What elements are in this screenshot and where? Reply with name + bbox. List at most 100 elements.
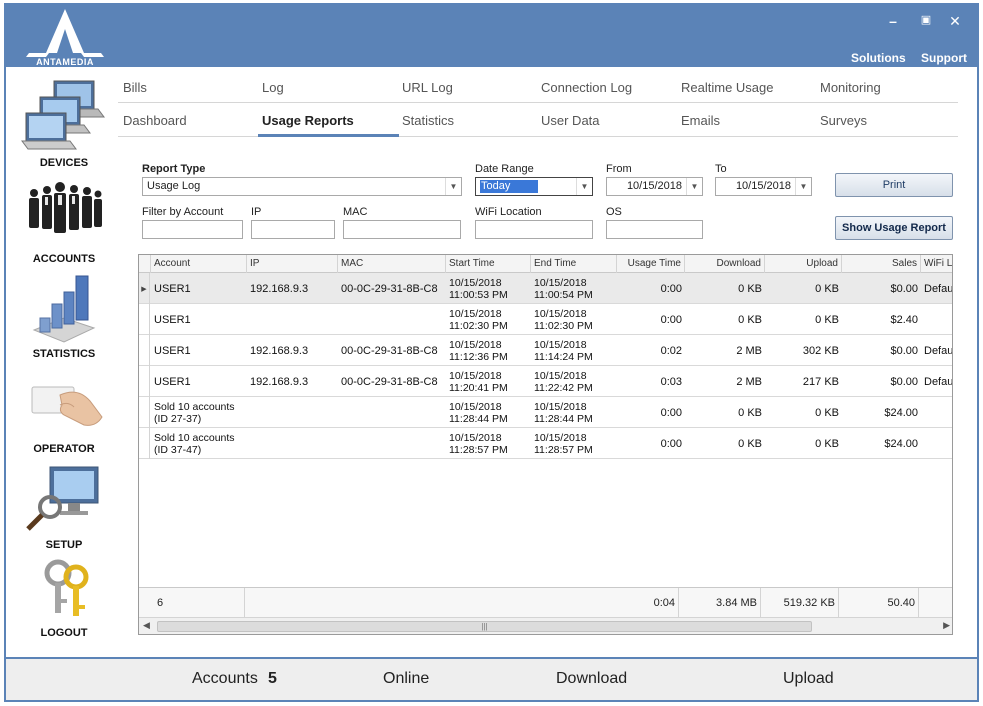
mac-input[interactable]: [343, 220, 461, 239]
chevron-down-icon: ▼: [445, 178, 461, 195]
wifi-location-label: WiFi Location: [475, 206, 542, 218]
restore-button[interactable]: ▣: [916, 13, 936, 26]
row-selector[interactable]: [139, 304, 150, 335]
tab-url-log[interactable]: URL Log: [402, 80, 453, 95]
support-link[interactable]: Support: [921, 51, 967, 65]
print-button[interactable]: Print: [835, 173, 953, 197]
wifi-location-input[interactable]: [475, 220, 593, 239]
table-row[interactable]: USER1 192.168.9.3 00-0C-29-31-8B-C8 10/15/2…: [139, 335, 952, 366]
cell-start-time: 10/15/2018 11:02:30 PM: [449, 307, 508, 332]
tab-connection-log[interactable]: Connection Log: [541, 80, 632, 95]
from-date-value: 10/15/2018: [626, 180, 682, 192]
cell-ip: 192.168.9.3: [250, 344, 309, 357]
logo-a-icon: [26, 9, 104, 57]
calendar-dropdown-icon: ▼: [795, 178, 811, 195]
table-header: Account IP MAC Start Time End Time Usage Time…: [139, 255, 952, 273]
cell-upload: 0 KB: [815, 406, 839, 419]
table-row[interactable]: ▶ USER1 192.168.9.3 00-0C-29-31-8B-C8 10/15/…: [139, 273, 952, 304]
cell-usage-time: 0:02: [660, 344, 682, 357]
column-header-wifi-location[interactable]: WiFi L: [921, 255, 952, 273]
row-selector[interactable]: [139, 366, 150, 397]
cell-end-time: 10/15/2018 11:02:30 PM: [534, 307, 593, 332]
tab-dashboard[interactable]: Dashboard: [123, 113, 187, 128]
usage-report-table[interactable]: Account IP MAC Start Time End Time Usage Time…: [138, 254, 953, 635]
tab-surveys[interactable]: Surveys: [820, 113, 867, 128]
tab-usage-reports[interactable]: Usage Reports: [262, 113, 354, 128]
column-header-end-time[interactable]: End Time: [531, 255, 617, 273]
tab-statistics[interactable]: Statistics: [402, 113, 454, 128]
operator-icon: [20, 365, 108, 441]
cell-mac: 00-0C-29-31-8B-C8: [341, 344, 438, 357]
to-date-field[interactable]: 10/15/2018 ▼: [715, 177, 812, 196]
os-input[interactable]: [606, 220, 703, 239]
table-row[interactable]: USER1 10/15/2018 11:02:30 PM 10/15/2018 11…: [139, 304, 952, 335]
column-header-upload[interactable]: Upload: [765, 255, 842, 273]
column-header-sales[interactable]: Sales: [842, 255, 921, 273]
to-date-value: 10/15/2018: [735, 180, 791, 192]
cell-wifi-location: [921, 397, 952, 428]
row-selector[interactable]: [139, 335, 150, 366]
table-row[interactable]: Sold 10 accounts (ID 27-37) 10/15/2018 11…: [139, 397, 952, 428]
calendar-dropdown-icon: ▼: [686, 178, 702, 195]
sidebar-item-operator[interactable]: OPERATOR: [20, 365, 108, 455]
sidebar-item-logout[interactable]: LOGOUT: [20, 555, 108, 639]
cell-end-time: 10/15/2018 11:14:24 PM: [534, 338, 593, 363]
horizontal-scrollbar[interactable]: ◀ ||| ▶: [139, 617, 952, 634]
tab-bills[interactable]: Bills: [123, 80, 147, 95]
show-usage-report-button[interactable]: Show Usage Report: [835, 216, 953, 240]
scrollbar-thumb[interactable]: |||: [157, 621, 812, 632]
footer-count: 6: [139, 588, 245, 618]
scroll-left-icon[interactable]: ◀: [143, 620, 150, 631]
column-header-account[interactable]: Account: [151, 255, 247, 273]
tab-realtime-usage[interactable]: Realtime Usage: [681, 80, 774, 95]
date-range-select[interactable]: Today ▼: [475, 177, 593, 196]
table-row[interactable]: Sold 10 accounts (ID 37-47) 10/15/2018 11…: [139, 428, 952, 459]
sidebar-item-statistics[interactable]: STATISTICS: [20, 270, 108, 360]
filter-account-input[interactable]: [142, 220, 243, 239]
setup-icon: [20, 461, 108, 537]
sidebar-item-setup[interactable]: SETUP: [20, 461, 108, 551]
ip-input[interactable]: [251, 220, 335, 239]
cell-mac: [338, 428, 446, 459]
sidebar-label-logout: LOGOUT: [40, 627, 88, 639]
cell-end-time: 10/15/2018 11:28:57 PM: [534, 431, 593, 456]
column-header-ip[interactable]: IP: [247, 255, 338, 273]
column-header-start-time[interactable]: Start Time: [446, 255, 531, 273]
report-type-select[interactable]: Usage Log ▼: [142, 177, 462, 196]
cell-usage-time: 0:00: [660, 313, 682, 326]
sidebar-item-devices[interactable]: DEVICES: [20, 79, 108, 169]
cell-ip: [247, 397, 338, 428]
antamedia-logo[interactable]: ANTAMEDIA: [24, 9, 106, 69]
table-row[interactable]: USER1 192.168.9.3 00-0C-29-31-8B-C8 10/15/2…: [139, 366, 952, 397]
tab-emails[interactable]: Emails: [681, 113, 720, 128]
cell-end-time: 10/15/2018 11:28:44 PM: [534, 400, 593, 425]
row-selector[interactable]: [139, 397, 150, 428]
accounts-status-value: 5: [268, 670, 277, 687]
cell-mac: 00-0C-29-31-8B-C8: [341, 375, 438, 388]
online-status-label: Online: [383, 670, 430, 687]
minimize-button[interactable]: –: [883, 13, 903, 29]
close-button[interactable]: ✕: [945, 13, 965, 30]
from-date-field[interactable]: 10/15/2018 ▼: [606, 177, 703, 196]
mac-label: MAC: [343, 206, 368, 218]
status-bar: Accounts 5 Online Download Upload: [6, 659, 977, 700]
column-header-download[interactable]: Download: [685, 255, 765, 273]
accounts-icon: [20, 175, 108, 251]
cell-sales: $24.00: [884, 406, 918, 419]
sidebar-label-setup: SETUP: [45, 539, 83, 551]
column-header-usage-time[interactable]: Usage Time: [617, 255, 685, 273]
footer-upload: 519.32 KB: [761, 588, 839, 618]
tab-user-data[interactable]: User Data: [541, 113, 600, 128]
cell-mac: 00-0C-29-31-8B-C8: [341, 282, 438, 295]
solutions-link[interactable]: Solutions: [851, 51, 906, 65]
scroll-right-icon[interactable]: ▶: [943, 620, 950, 631]
tab-log[interactable]: Log: [262, 80, 284, 95]
row-selector[interactable]: [139, 428, 150, 459]
cell-ip: [247, 304, 338, 335]
tab-monitoring[interactable]: Monitoring: [820, 80, 881, 95]
sidebar-label-accounts: ACCOUNTS: [32, 253, 96, 265]
sidebar-item-accounts[interactable]: ACCOUNTS: [20, 175, 108, 265]
column-header-mac[interactable]: MAC: [338, 255, 446, 273]
report-type-label: Report Type: [142, 163, 206, 175]
row-selector-arrow-icon[interactable]: ▶: [139, 273, 150, 304]
